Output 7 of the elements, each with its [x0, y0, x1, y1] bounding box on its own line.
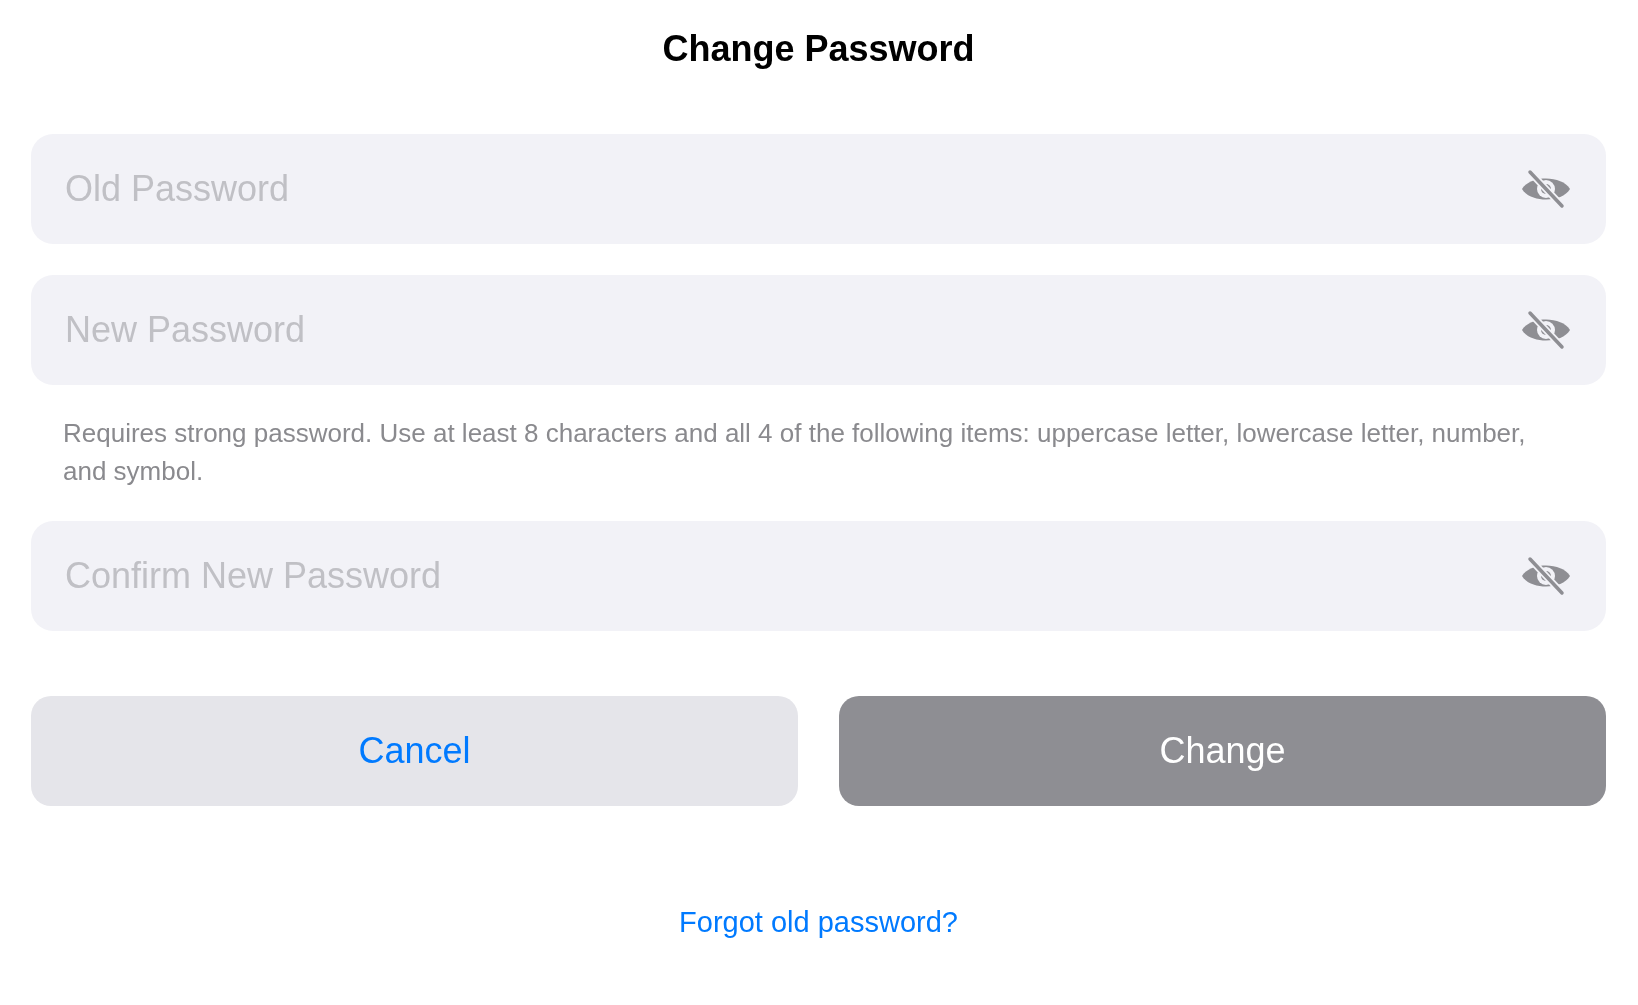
password-hint: Requires strong password. Use at least 8 characters and all 4 of the following items: uppercase letter, lowercase letter, number, and symbol. — [63, 417, 1527, 488]
eye-slash-icon[interactable] — [1520, 310, 1572, 350]
eye-slash-icon[interactable] — [1520, 169, 1572, 209]
dialog-title: Change Password — [662, 28, 975, 70]
cancel-button[interactable]: Cancel — [31, 696, 798, 806]
forgot-password-link[interactable]: Forgot old password? — [679, 906, 958, 939]
eye-slash-icon[interactable] — [1520, 556, 1572, 596]
